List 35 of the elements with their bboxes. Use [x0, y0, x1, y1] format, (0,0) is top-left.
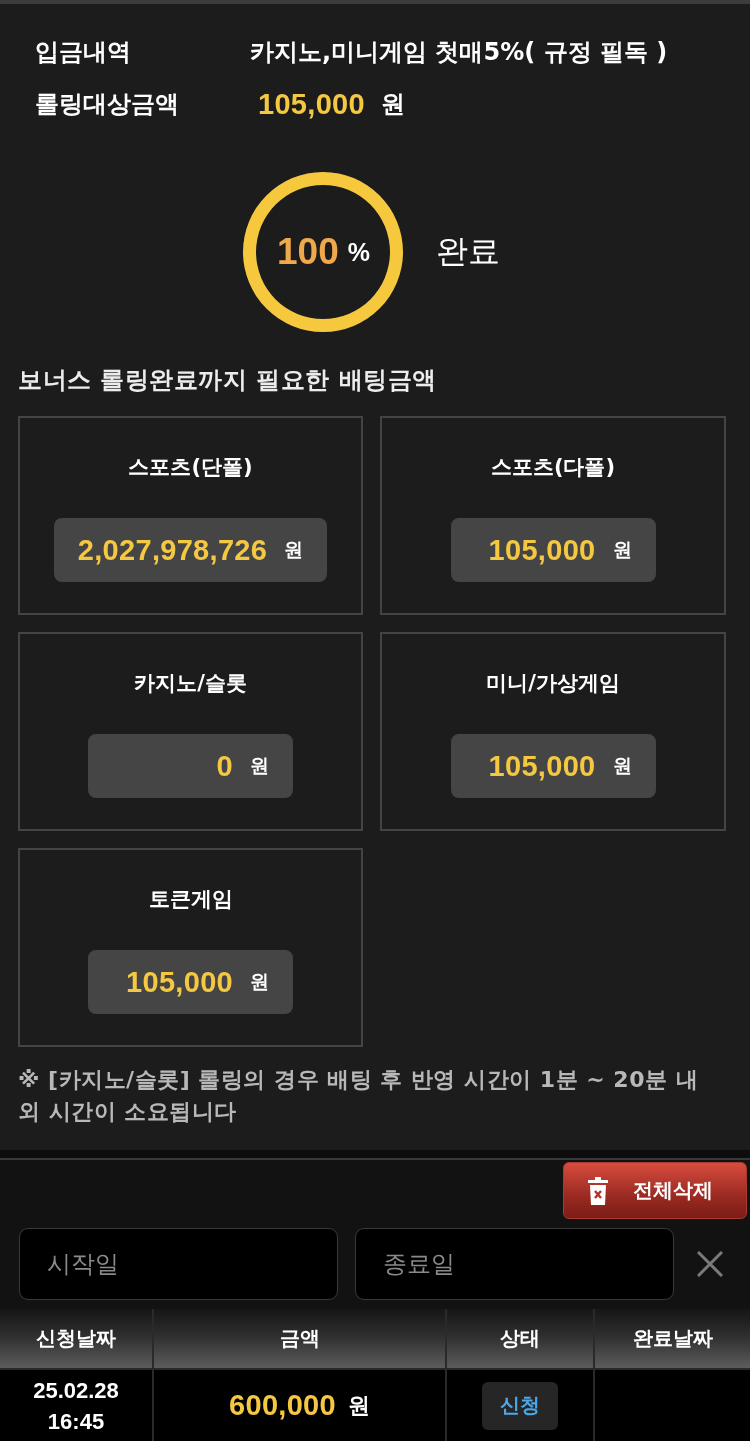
summary-label: 입금내역 [35, 37, 132, 68]
currency-unit: 원 [347, 1391, 370, 1420]
currency-unit: 원 [250, 969, 269, 994]
status-badge: 신청 [482, 1381, 558, 1430]
card-title: 토큰게임 [148, 886, 233, 913]
status-label: 완료 [435, 231, 500, 272]
currency-unit: 원 [612, 753, 632, 778]
amount-value: 105,000 [488, 749, 596, 783]
currency-unit: 원 [612, 537, 632, 562]
amount-value: 0 [216, 749, 233, 783]
amount-value: 105,000 [488, 533, 596, 567]
delete-all-button[interactable]: 전체삭제 [563, 1162, 747, 1219]
summary-label: 롤링대상금액 [35, 89, 180, 120]
currency-unit: 원 [284, 537, 304, 562]
percent-sign: % [347, 237, 370, 267]
summary-value: 카지노,미니게임 첫매5%( 규정 필독 ) [250, 37, 668, 68]
progress-percent: 100 [277, 231, 339, 273]
card-title: 미니/가상게임 [486, 670, 620, 697]
card-title: 카지노/슬롯 [134, 670, 247, 697]
section-title: 보너스 롤링완료까지 필요한 배팅금액 [18, 365, 438, 395]
trash-icon [588, 1176, 608, 1205]
amount-value: 2,027,978,726 [77, 533, 268, 567]
close-icon[interactable] [697, 1251, 723, 1277]
card-title: 스포츠(단폴) [128, 454, 253, 481]
column-header: 완료날짜 [631, 1325, 714, 1352]
table-cell-text: 25.02.28 16:45 [32, 1376, 120, 1436]
currency-unit: 원 [380, 89, 405, 120]
start-date-field[interactable]: 시작일 [19, 1228, 338, 1300]
card-title: 스포츠(다폴) [490, 454, 616, 481]
amount-value: 105,000 [126, 965, 233, 999]
currency-unit: 원 [250, 753, 269, 778]
amount-value: 600,000 [229, 1389, 336, 1422]
end-date-field[interactable]: 종료일 [355, 1228, 674, 1300]
notice-text: ※ [카지노/슬롯] 롤링의 경우 배팅 후 반영 시간이 1분 ~ 20분 내외 시간이 소요됩니다 [18, 1066, 700, 1126]
amount-value: 105,000 [258, 87, 365, 121]
